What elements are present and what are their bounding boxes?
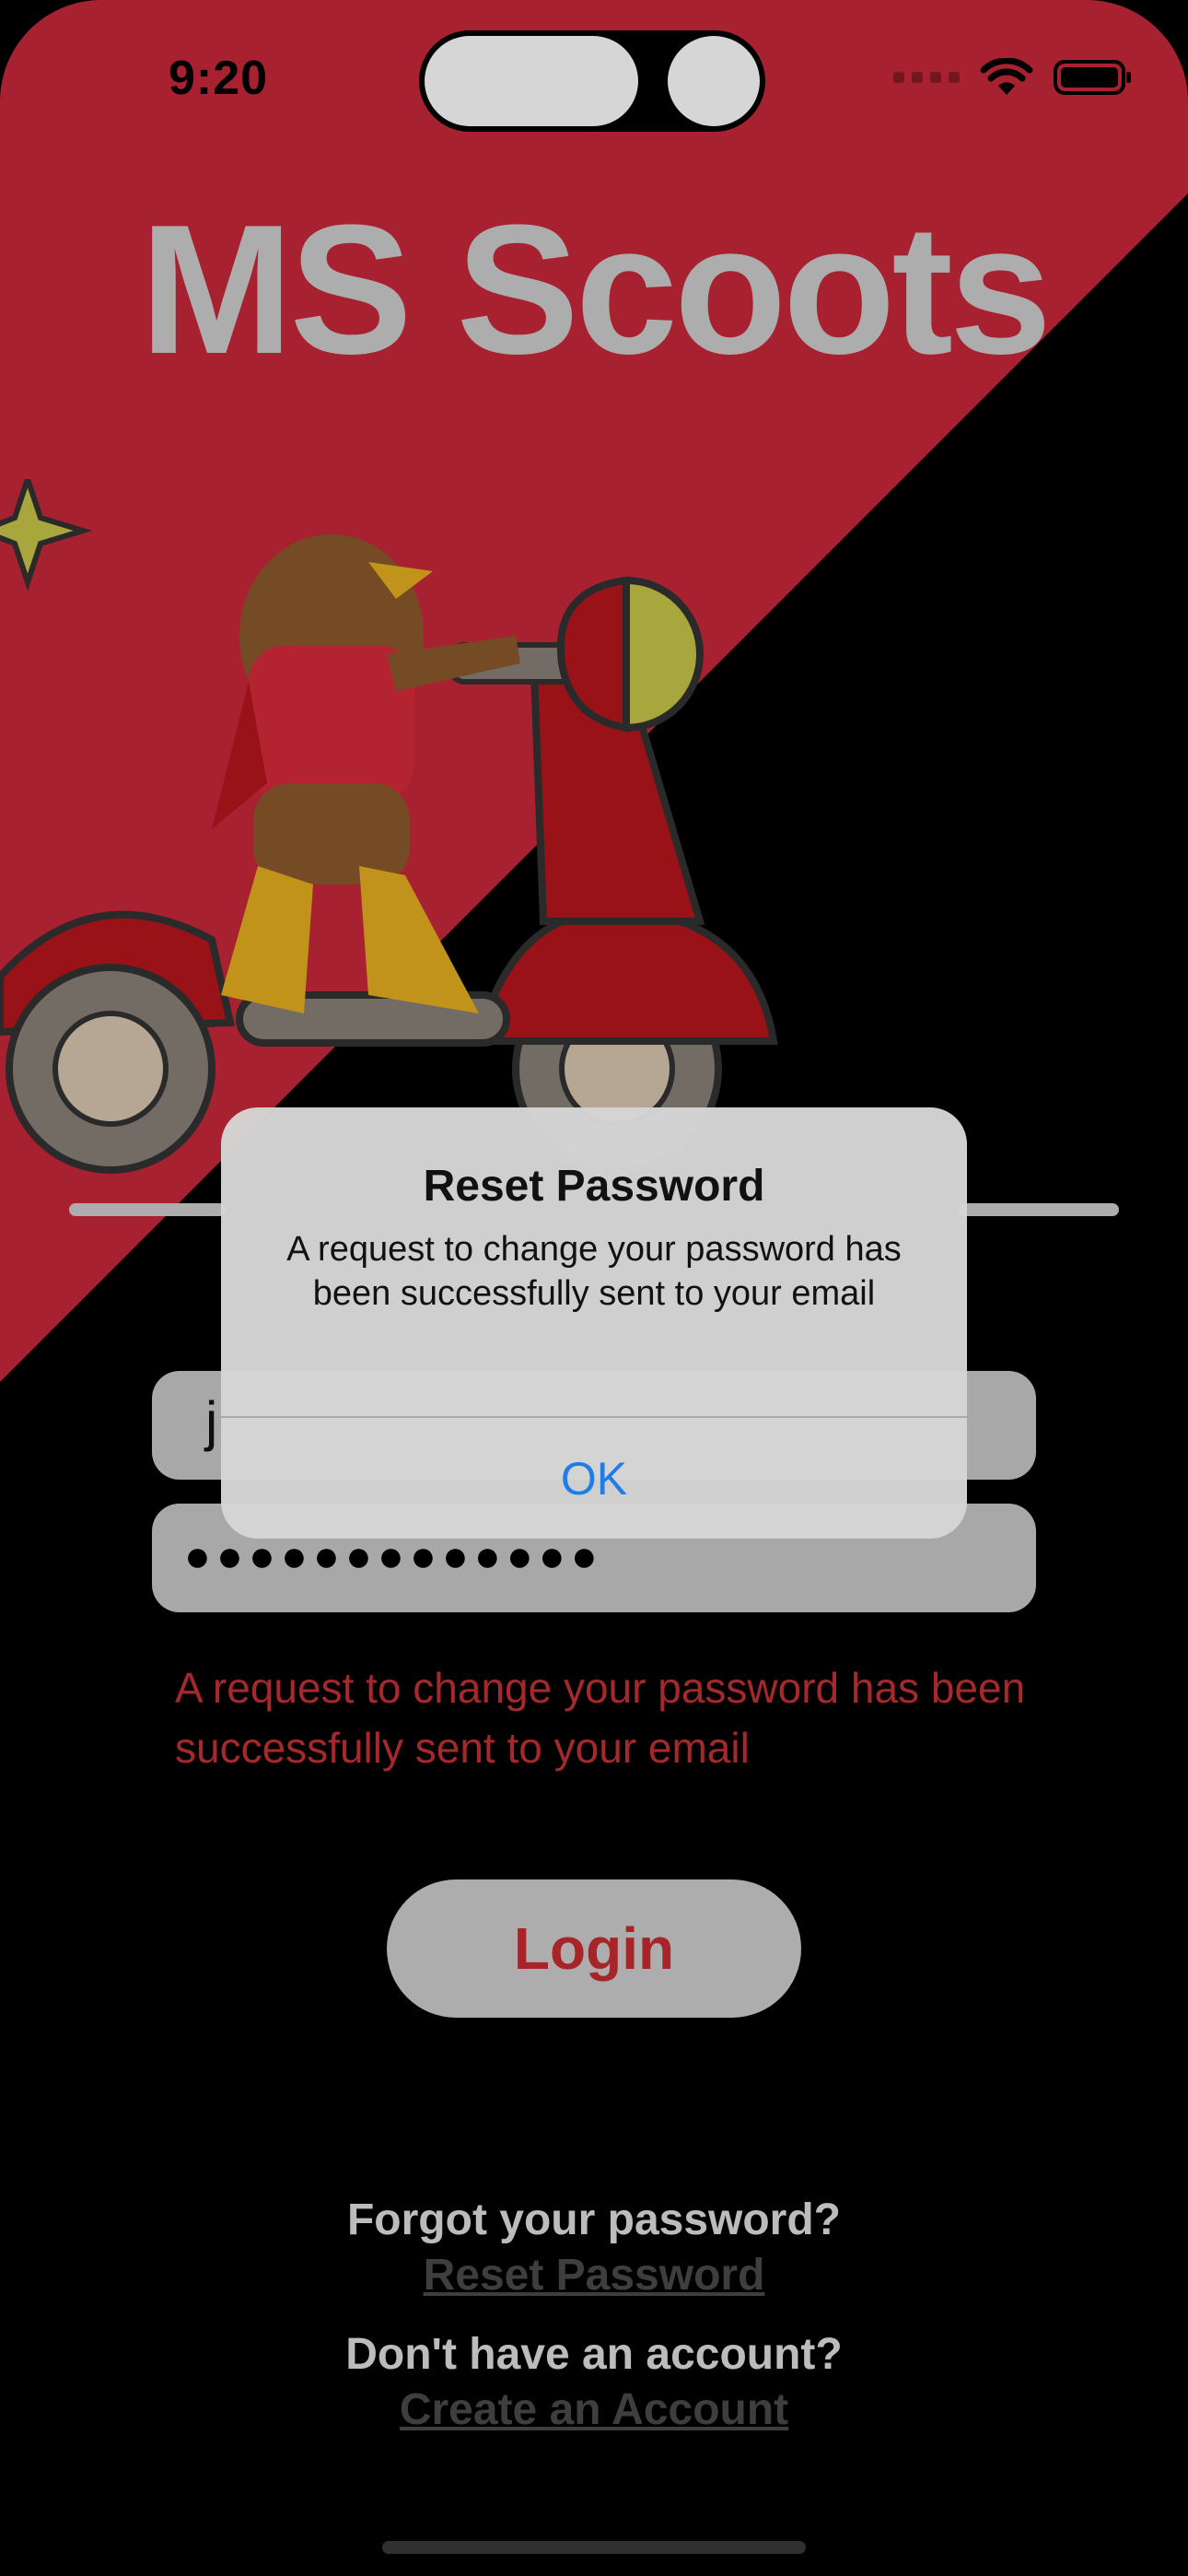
- alert-title: Reset Password: [423, 1162, 765, 1211]
- alert-ok-button[interactable]: OK: [221, 1418, 967, 1539]
- alert-message: A request to change your password has be…: [286, 1230, 902, 1313]
- reset-password-alert: Reset Password A request to change your …: [221, 1107, 967, 1539]
- login-screen: 9:20 MS Scoots j ●●●●●●●●●●●●● A request…: [0, 0, 1188, 2576]
